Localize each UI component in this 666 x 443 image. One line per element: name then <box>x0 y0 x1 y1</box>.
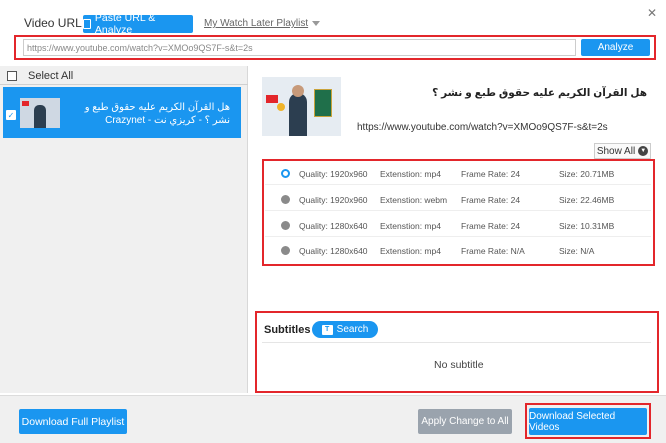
subtitles-label: Subtitles <box>264 324 311 336</box>
format-radio[interactable] <box>281 169 290 178</box>
clipboard-icon <box>83 19 91 29</box>
format-size: Size: 20.71MB <box>559 169 615 179</box>
format-quality: Quality: 1920x960 <box>299 169 368 179</box>
video-item-title: هل القرآن الكريم عليه حقوق طبع و نشر ؟ -… <box>84 102 230 126</box>
format-extension: Extenstion: webm <box>380 195 448 205</box>
video-thumbnail <box>262 77 341 136</box>
format-radio[interactable] <box>281 195 290 204</box>
video-item-checkbox[interactable]: ✓ <box>6 110 16 120</box>
subtitles-divider <box>262 342 651 343</box>
download-full-playlist-button[interactable]: Download Full Playlist <box>19 409 127 434</box>
format-extension: Extenstion: mp4 <box>380 169 441 179</box>
select-all-label: Select All <box>28 70 74 82</box>
formats-list: Quality: 1920x960 Extenstion: mp4 Frame … <box>265 162 651 263</box>
watch-later-label: My Watch Later Playlist <box>204 18 309 29</box>
analyze-button[interactable]: Analyze <box>581 39 650 56</box>
format-row[interactable]: Quality: 1920x960 Extenstion: webm Frame… <box>265 188 651 211</box>
format-quality: Quality: 1920x960 <box>299 195 368 205</box>
paste-button-label: Paste URL & Analyze <box>94 12 156 36</box>
format-size: Size: 10.31MB <box>559 221 615 231</box>
chevron-down-circle-icon: ▼ <box>638 146 649 156</box>
video-title: هل القرآن الكريم عليه حقوق طبع و نشر ؟ <box>432 87 647 99</box>
format-extension: Extenstion: mp4 <box>380 246 441 256</box>
left-divider <box>0 84 248 85</box>
format-quality: Quality: 1280x640 <box>299 246 368 256</box>
paste-url-analyze-button[interactable]: Paste URL & Analyze <box>83 12 193 36</box>
format-row[interactable]: Quality: 1280x640 Extenstion: mp4 Frame … <box>265 239 651 262</box>
format-frame-rate: Frame Rate: 24 <box>461 195 521 205</box>
format-quality: Quality: 1280x640 <box>299 221 368 231</box>
search-label: Search <box>336 324 369 335</box>
format-frame-rate: Frame Rate: N/A <box>461 246 525 256</box>
format-frame-rate: Frame Rate: 24 <box>461 169 521 179</box>
format-row[interactable]: Quality: 1920x960 Extenstion: mp4 Frame … <box>265 162 651 185</box>
format-extension: Extenstion: mp4 <box>380 221 441 231</box>
format-radio[interactable] <box>281 246 290 255</box>
show-all-label: Show All <box>596 145 636 157</box>
format-size: Size: 22.46MB <box>559 195 615 205</box>
subtitle-search-button[interactable]: T Search <box>312 321 378 338</box>
video-url-label: Video URL: <box>24 16 86 30</box>
no-subtitle-text: No subtitle <box>434 359 484 371</box>
format-size: Size: N/A <box>559 246 595 256</box>
apply-change-button[interactable]: Apply Change to All <box>418 409 512 434</box>
format-row[interactable]: Quality: 1280x640 Extenstion: mp4 Frame … <box>265 214 651 237</box>
watch-later-link[interactable]: My Watch Later Playlist <box>204 18 321 29</box>
video-url: https://www.youtube.com/watch?v=XMOo9QS7… <box>357 122 608 133</box>
url-input[interactable] <box>23 39 576 56</box>
select-all-checkbox[interactable] <box>7 71 17 81</box>
show-all-button[interactable]: Show All ▼ <box>594 143 651 159</box>
format-radio[interactable] <box>281 221 290 230</box>
download-selected-button[interactable]: Download Selected Videos <box>529 408 647 435</box>
subtitle-search-icon: T <box>321 324 333 335</box>
video-item-thumbnail <box>20 98 60 128</box>
chevron-down-icon <box>312 21 321 26</box>
format-frame-rate: Frame Rate: 24 <box>461 221 521 231</box>
close-icon[interactable]: ✕ <box>647 6 657 20</box>
